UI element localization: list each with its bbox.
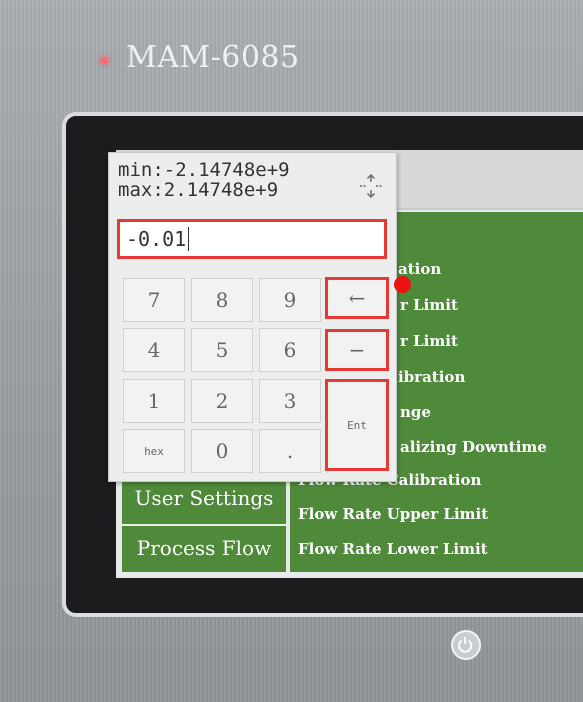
text-caret (188, 227, 190, 251)
sidebar-item-process-flow[interactable]: Process Flow (122, 524, 286, 570)
key-5[interactable]: 5 (191, 328, 253, 372)
menu-item-lower-limit[interactable]: r Limit (400, 332, 458, 350)
menu-item-downtime[interactable]: alizing Downtime (400, 438, 547, 456)
key-0[interactable]: 0 (191, 429, 253, 473)
key-3[interactable]: 3 (259, 379, 321, 423)
touch-point-marker (394, 276, 411, 293)
power-icon[interactable] (451, 630, 481, 660)
key-minus[interactable]: − (325, 329, 389, 371)
status-led-icon (101, 57, 108, 64)
numeric-keypad-popup: min:-2.14748e+9 max:2.14748e+9 -0.01 7 8… (108, 152, 397, 482)
min-label: min:-2.14748e+9 (118, 159, 290, 181)
menu-item-flow-rate-upper-limit[interactable]: Flow Rate Upper Limit (298, 505, 488, 523)
key-7[interactable]: 7 (123, 278, 185, 322)
key-9[interactable]: 9 (259, 278, 321, 322)
entry-value: -0.01 (126, 227, 187, 251)
max-label: max:2.14748e+9 (118, 179, 279, 201)
key-enter[interactable]: Ent (325, 379, 389, 471)
value-entry-field[interactable]: -0.01 (117, 219, 387, 259)
key-6[interactable]: 6 (259, 328, 321, 372)
key-4[interactable]: 4 (123, 328, 185, 372)
menu-item-flow-rate-lower-limit[interactable]: Flow Rate Lower Limit (298, 540, 488, 558)
menu-item-range[interactable]: nge (400, 403, 431, 421)
key-8[interactable]: 8 (191, 278, 253, 322)
key-hex[interactable]: hex (123, 429, 185, 473)
device-model: MAM-6085 (126, 40, 300, 75)
menu-item-upper-limit[interactable]: r Limit (400, 296, 458, 314)
menu-item-calibration-2[interactable]: ibration (398, 368, 465, 386)
key-dot[interactable]: . (259, 429, 321, 473)
key-1[interactable]: 1 (123, 379, 185, 423)
key-backspace[interactable]: ← (325, 277, 389, 319)
move-icon[interactable] (356, 171, 386, 201)
key-2[interactable]: 2 (191, 379, 253, 423)
range-label: min:-2.14748e+9 max:2.14748e+9 (118, 160, 290, 200)
